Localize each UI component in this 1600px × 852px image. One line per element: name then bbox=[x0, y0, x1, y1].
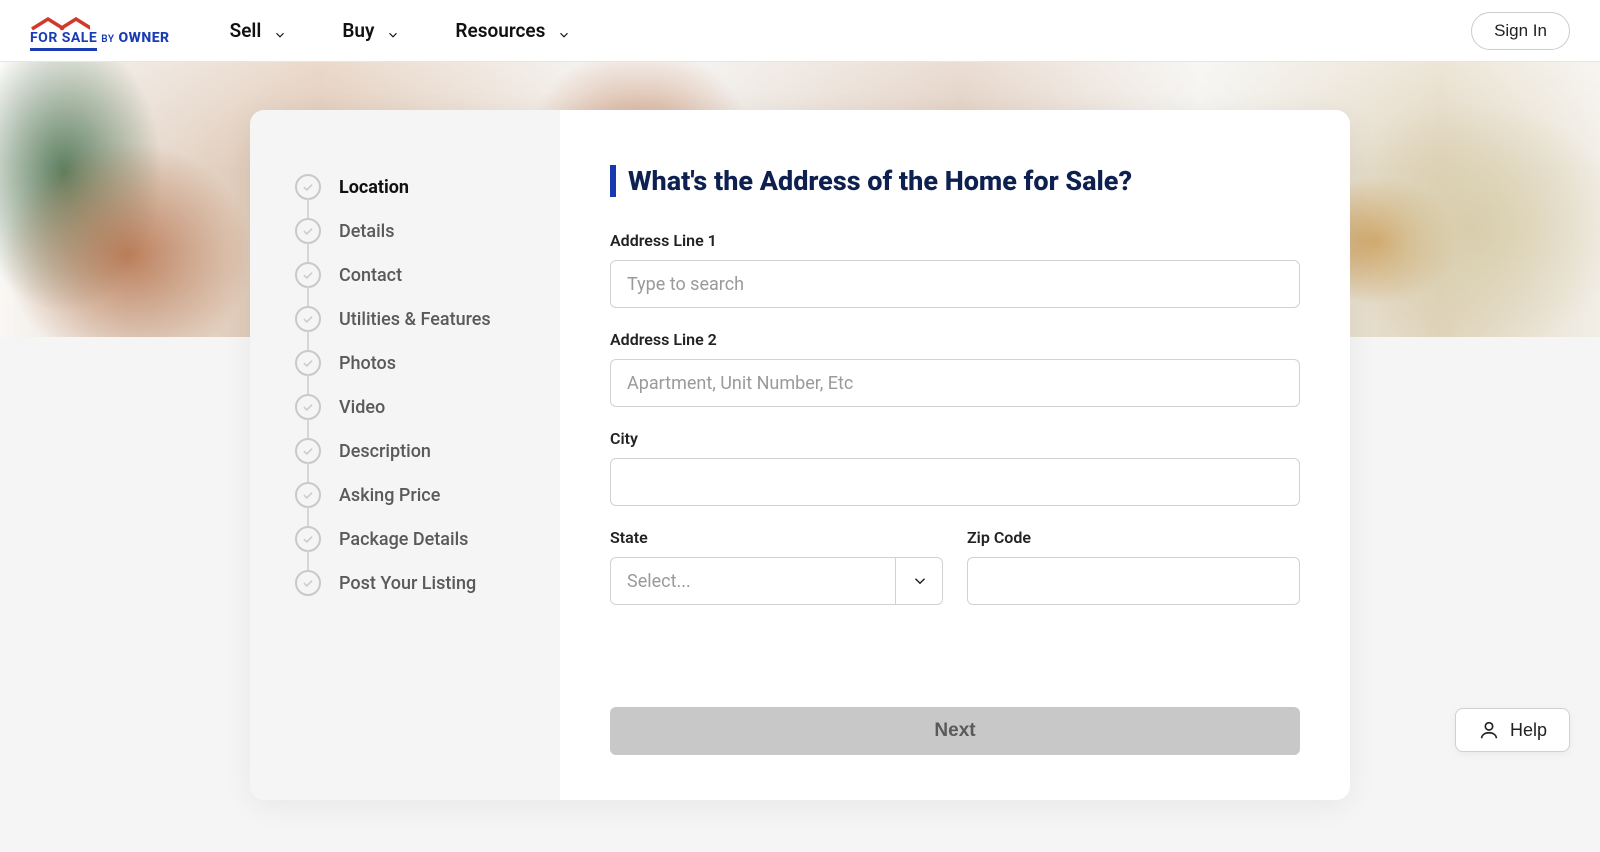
field-city: City bbox=[610, 429, 1300, 506]
step-label: Description bbox=[339, 441, 431, 462]
signin-button[interactable]: Sign In bbox=[1471, 12, 1570, 50]
step-label: Asking Price bbox=[339, 485, 440, 506]
wizard-sidebar: Location Details Contact Utilities & Featur… bbox=[250, 110, 560, 800]
person-icon bbox=[1478, 719, 1500, 741]
wizard-step-post-your-listing[interactable]: Post Your Listing bbox=[295, 561, 530, 605]
step-label: Post Your Listing bbox=[339, 573, 476, 594]
nav-buy[interactable]: Buy bbox=[342, 19, 400, 42]
logo-text: FOR SALE BY OWNER bbox=[30, 31, 170, 45]
field-address2: Address Line 2 bbox=[610, 330, 1300, 407]
help-button[interactable]: Help bbox=[1455, 708, 1570, 752]
step-label: Package Details bbox=[339, 529, 468, 550]
wizard-step-video[interactable]: Video bbox=[295, 385, 530, 429]
step-label: Video bbox=[339, 397, 385, 418]
nav-resources[interactable]: Resources bbox=[455, 19, 571, 42]
page-title: What's the Address of the Home for Sale? bbox=[610, 165, 1300, 197]
wizard-step-location[interactable]: Location bbox=[295, 165, 530, 209]
wizard-step-utilities-features[interactable]: Utilities & Features bbox=[295, 297, 530, 341]
check-circle-icon bbox=[295, 394, 321, 420]
check-circle-icon bbox=[295, 306, 321, 332]
field-zip: Zip Code bbox=[967, 528, 1300, 605]
step-label: Photos bbox=[339, 353, 396, 374]
listing-wizard-card: Location Details Contact Utilities & Featur… bbox=[250, 110, 1350, 800]
wizard-step-description[interactable]: Description bbox=[295, 429, 530, 473]
chevron-down-icon bbox=[557, 24, 571, 38]
wizard-step-contact[interactable]: Contact bbox=[295, 253, 530, 297]
address2-input[interactable] bbox=[610, 359, 1300, 407]
check-circle-icon bbox=[295, 262, 321, 288]
chevron-down-icon bbox=[273, 24, 287, 38]
city-input[interactable] bbox=[610, 458, 1300, 506]
city-label: City bbox=[610, 429, 1300, 448]
step-label: Details bbox=[339, 221, 395, 242]
check-circle-icon bbox=[295, 482, 321, 508]
step-label: Utilities & Features bbox=[339, 309, 491, 330]
nav-sell-label: Sell bbox=[230, 19, 262, 42]
step-label: Location bbox=[339, 177, 409, 198]
address2-label: Address Line 2 bbox=[610, 330, 1300, 349]
site-header: FOR SALE BY OWNER Sell Buy Resources Sig… bbox=[0, 0, 1600, 62]
nav-resources-label: Resources bbox=[455, 19, 545, 42]
wizard-step-photos[interactable]: Photos bbox=[295, 341, 530, 385]
next-button[interactable]: Next bbox=[610, 707, 1300, 755]
state-label: State bbox=[610, 528, 943, 547]
check-circle-icon bbox=[295, 526, 321, 552]
primary-nav: Sell Buy Resources bbox=[230, 19, 572, 42]
logo-roof-icon bbox=[30, 17, 90, 31]
check-circle-icon bbox=[295, 570, 321, 596]
check-circle-icon bbox=[295, 350, 321, 376]
address1-label: Address Line 1 bbox=[610, 231, 1300, 250]
wizard-step-package-details[interactable]: Package Details bbox=[295, 517, 530, 561]
chevron-down-icon bbox=[386, 24, 400, 38]
step-label: Contact bbox=[339, 265, 402, 286]
wizard-step-asking-price[interactable]: Asking Price bbox=[295, 473, 530, 517]
site-logo[interactable]: FOR SALE BY OWNER bbox=[30, 17, 170, 45]
nav-buy-label: Buy bbox=[342, 19, 374, 42]
zip-input[interactable] bbox=[967, 557, 1300, 605]
nav-sell[interactable]: Sell bbox=[230, 19, 288, 42]
field-address1: Address Line 1 bbox=[610, 231, 1300, 308]
field-state: State bbox=[610, 528, 943, 605]
check-circle-icon bbox=[295, 438, 321, 464]
wizard-main: What's the Address of the Home for Sale?… bbox=[560, 110, 1350, 800]
check-circle-icon bbox=[295, 174, 321, 200]
wizard-step-details[interactable]: Details bbox=[295, 209, 530, 253]
address1-input[interactable] bbox=[610, 260, 1300, 308]
help-label: Help bbox=[1510, 720, 1547, 741]
state-select[interactable] bbox=[610, 557, 943, 605]
zip-label: Zip Code bbox=[967, 528, 1300, 547]
check-circle-icon bbox=[295, 218, 321, 244]
wizard-steps: Location Details Contact Utilities & Featur… bbox=[295, 165, 530, 605]
